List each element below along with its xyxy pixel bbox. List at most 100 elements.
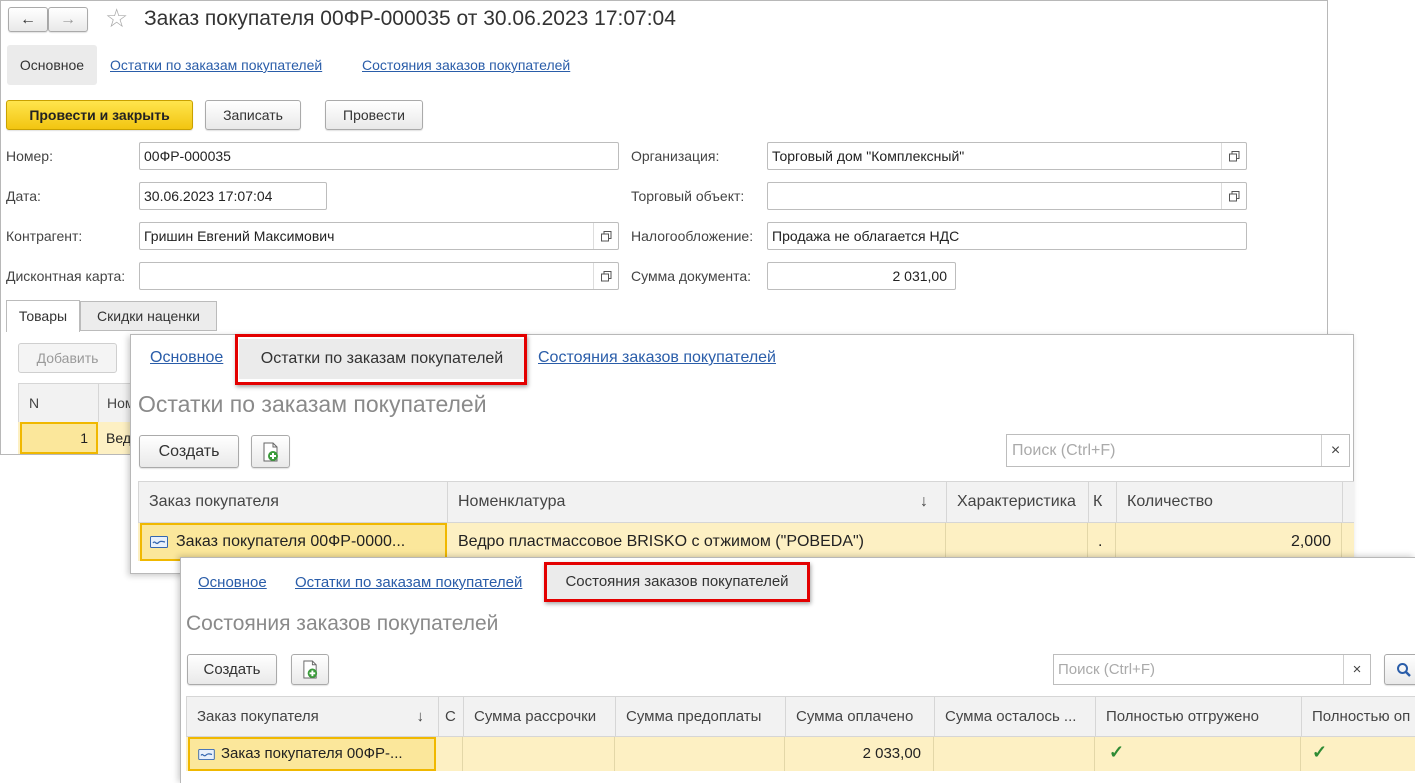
taxation-field[interactable]: Продажа не облагается НДС (767, 222, 1247, 250)
open-icon[interactable] (1221, 183, 1246, 209)
states-create-copy-button[interactable] (291, 654, 329, 685)
arrow-left-icon: ← (20, 11, 36, 28)
number-field[interactable]: 00ФР-000035 (139, 142, 619, 170)
close-icon[interactable]: × (1321, 435, 1349, 466)
counterparty-field[interactable]: Гришин Евгений Максимович (139, 222, 619, 250)
states-section-balances-link[interactable]: Остатки по заказам покупателей (295, 574, 522, 591)
states-search-placeholder: Поиск (Ctrl+F) (1058, 661, 1155, 678)
states-table-row[interactable]: Заказ покупателя 00ФР-... 2 033,00 ✓ ✓ (186, 737, 1415, 771)
balances-row-k-cell[interactable]: . (1088, 523, 1116, 561)
states-section-basic-link[interactable]: Основное (198, 574, 267, 591)
document-sum-label: Сумма документа: (631, 268, 752, 284)
tab-goods-label: Товары (18, 308, 68, 324)
open-icon[interactable] (593, 223, 618, 249)
states-row-prepayment-cell[interactable] (615, 737, 785, 771)
states-col-c[interactable]: С (439, 697, 464, 736)
states-col-paid[interactable]: Сумма оплачено (786, 697, 935, 736)
post-and-close-button[interactable]: Провести и закрыть (6, 100, 193, 130)
states-col-order-label: Заказ покупателя (197, 708, 319, 725)
search-icon (1397, 662, 1411, 677)
document-sum-field: 2 031,00 (767, 262, 956, 290)
states-row-order-text: Заказ покупателя 00ФР-... (221, 745, 403, 762)
balances-row-quantity-cell[interactable]: 2,000 (1116, 523, 1342, 561)
tab-discounts[interactable]: Скидки наценки (80, 301, 217, 331)
states-col-remaining[interactable]: Сумма осталось ... (935, 697, 1096, 736)
states-row-paid-full-cell[interactable]: ✓ (1301, 737, 1415, 771)
section-balances-link[interactable]: Остатки по заказам покупателей (110, 57, 322, 73)
checkmark-icon: ✓ (1312, 742, 1328, 762)
open-icon[interactable] (1221, 143, 1246, 169)
add-document-icon (302, 660, 317, 679)
balances-section-states-link[interactable]: Состояния заказов покупателей (538, 349, 776, 367)
balances-create-copy-button[interactable] (251, 435, 290, 468)
balances-col-quantity[interactable]: Количество (1117, 482, 1343, 522)
states-heading: Состояния заказов покупателей (186, 612, 499, 635)
balances-col-k[interactable]: К (1089, 482, 1117, 522)
tab-discounts-label: Скидки наценки (97, 308, 200, 324)
states-col-prepayment[interactable]: Сумма предоплаты (616, 697, 786, 736)
section-basic-active[interactable]: Основное (7, 45, 97, 85)
balances-create-button[interactable]: Создать (139, 435, 239, 468)
states-search-input[interactable]: Поиск (Ctrl+F) × (1053, 654, 1371, 685)
states-row-order-cell[interactable]: Заказ покупателя 00ФР-... (188, 737, 436, 771)
arrow-right-icon: → (60, 11, 76, 28)
organization-label: Организация: (631, 148, 720, 164)
balances-row-characteristic-cell[interactable] (946, 523, 1088, 561)
row-number-cell[interactable]: 1 (20, 422, 98, 454)
balances-search-input[interactable]: Поиск (Ctrl+F) × (1006, 434, 1350, 467)
tab-goods[interactable]: Товары (6, 300, 80, 332)
back-button[interactable]: ← (8, 7, 48, 32)
number-label: Номер: (6, 148, 53, 164)
balances-row-item-cell[interactable]: Ведро пластмассовое BRISKO с отжимом ("P… (447, 523, 946, 561)
states-row-installment-cell[interactable] (463, 737, 615, 771)
balances-col-characteristic[interactable]: Характеристика (947, 482, 1089, 522)
trade-object-field[interactable] (767, 182, 1247, 210)
add-button[interactable]: Добавить (18, 343, 117, 373)
states-tab-highlight (544, 562, 810, 602)
close-icon[interactable]: × (1343, 655, 1370, 684)
counterparty-value: Гришин Евгений Максимович (144, 228, 335, 244)
document-icon (198, 748, 215, 760)
search-button[interactable] (1384, 654, 1415, 685)
open-icon[interactable] (593, 263, 618, 289)
discount-card-field[interactable] (139, 262, 619, 290)
sort-arrow-icon: ↓ (920, 493, 928, 510)
states-row-paid-cell[interactable]: 2 033,00 (785, 737, 934, 771)
counterparty-label: Контрагент: (6, 228, 83, 244)
balances-section-basic-link[interactable]: Основное (150, 349, 223, 367)
section-basic-label: Основное (19, 57, 85, 73)
balances-row-order-text: Заказ покупателя 00ФР-0000... (176, 533, 406, 550)
sort-arrow-icon: ↓ (416, 708, 425, 725)
date-field[interactable]: 30.06.2023 17:07:04 (139, 182, 327, 210)
organization-field[interactable]: Торговый дом "Комплексный" (767, 142, 1247, 170)
states-col-order[interactable]: Заказ покупателя ↓ (187, 697, 439, 736)
states-row-c-cell[interactable] (438, 737, 463, 771)
balances-tab-highlight (235, 334, 527, 385)
column-n[interactable]: N (19, 384, 99, 422)
page-title: Заказ покупателя 00ФР-000035 от 30.06.20… (144, 7, 676, 30)
states-col-paid-full[interactable]: Полностью оп (1302, 697, 1415, 736)
balances-col-order[interactable]: Заказ покупателя (139, 482, 448, 522)
star-icon[interactable]: ☆ (105, 3, 128, 34)
states-create-button[interactable]: Создать (187, 654, 277, 685)
states-col-installment[interactable]: Сумма рассрочки (464, 697, 616, 736)
balances-table-row[interactable]: Заказ покупателя 00ФР-0000... Ведро плас… (138, 523, 1354, 561)
forward-button[interactable]: → (48, 7, 88, 32)
goods-table-header: N Ном (18, 383, 139, 423)
post-button[interactable]: Провести (325, 100, 423, 130)
states-row-remaining-cell[interactable] (934, 737, 1095, 771)
date-label: Дата: (6, 188, 41, 204)
states-table-header: Заказ покупателя ↓ С Сумма рассрочки Сум… (186, 696, 1415, 737)
states-row-shipped-cell[interactable]: ✓ (1095, 737, 1301, 771)
balances-heading: Остатки по заказам покупателей (138, 391, 487, 417)
goods-table-row[interactable]: 1 Вед (18, 422, 138, 454)
balances-col-item[interactable]: Номенклатура ↓ (448, 482, 947, 522)
document-icon (150, 535, 168, 548)
states-col-shipped[interactable]: Полностью отгружено (1096, 697, 1302, 736)
trade-object-label: Торговый объект: (631, 188, 745, 204)
section-states-link[interactable]: Состояния заказов покупателей (362, 57, 570, 73)
add-document-icon (263, 442, 278, 461)
save-button[interactable]: Записать (205, 100, 301, 130)
organization-value: Торговый дом "Комплексный" (772, 148, 965, 164)
balances-row-order-cell[interactable]: Заказ покупателя 00ФР-0000... (140, 523, 447, 561)
